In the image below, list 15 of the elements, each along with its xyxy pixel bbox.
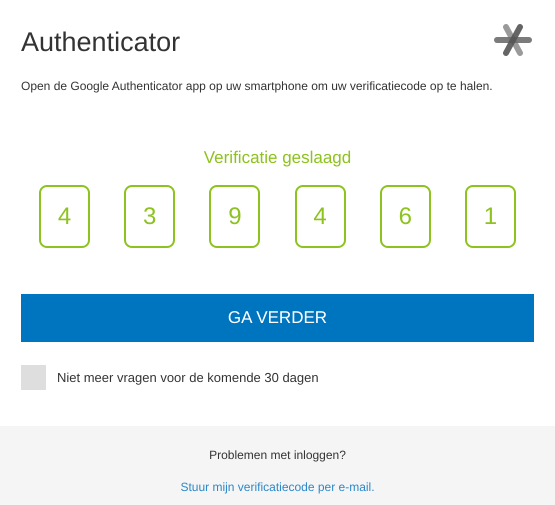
code-digit-field[interactable]: 9 — [209, 185, 260, 248]
code-digit-field[interactable]: 4 — [39, 185, 90, 248]
status-message: Verificatie geslaagd — [202, 146, 352, 168]
asterisk-logo-icon — [494, 24, 532, 56]
page-title: Authenticator — [21, 26, 180, 59]
code-digit-field[interactable]: 6 — [380, 185, 431, 248]
code-digit-field[interactable]: 4 — [294, 185, 346, 248]
checkbox[interactable] — [21, 365, 46, 390]
checkbox-label: Niet meer vragen voor de komende 30 dagen — [57, 368, 319, 387]
instruction-text: Open de Google Authenticator app op uw smartphone om uw verificatiecode op te halen. — [21, 78, 494, 94]
continue-button[interactable]: GA VERDER — [21, 294, 534, 342]
help-question: Problemen met inloggen? — [209, 447, 346, 464]
code-digit-field[interactable]: 1 — [464, 185, 516, 248]
code-digit-field[interactable]: 3 — [124, 185, 176, 248]
email-code-link[interactable]: Stuur mijn verificatiecode per e-mail. — [180, 478, 375, 496]
